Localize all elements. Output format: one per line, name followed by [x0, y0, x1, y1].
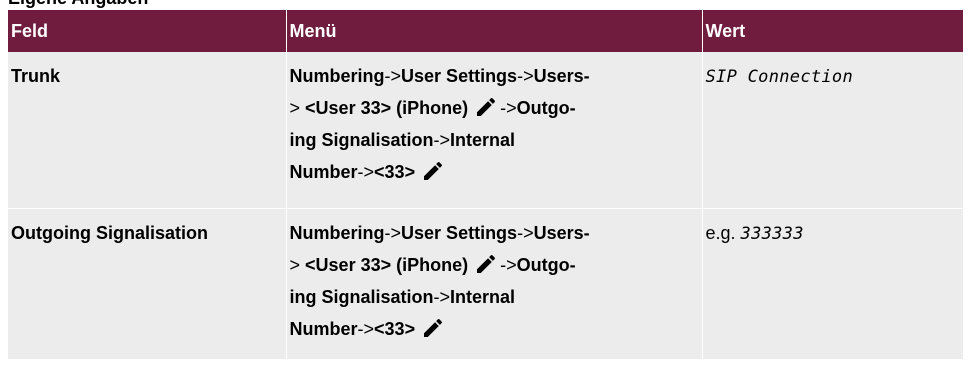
field-cell: Outgoing Signalisation — [8, 208, 287, 360]
menu-path-segment: Number — [289, 162, 358, 182]
value-prefix: e.g. — [705, 223, 736, 243]
menu-path-segment: <33> — [374, 319, 416, 339]
menu-path-segment: Users- — [533, 223, 590, 243]
value-text: SIP Connection — [705, 67, 853, 87]
menu-path-segment: User Settings — [401, 223, 518, 243]
pencil-icon — [474, 95, 498, 119]
menu-path-segment: Numbering — [289, 223, 385, 243]
pencil-icon — [421, 159, 445, 183]
menu-path-separator: -> — [433, 130, 451, 150]
menu-path-separator: > — [289, 98, 301, 118]
menu-path-segment: <33> — [374, 162, 416, 182]
menu-path-separator: -> — [517, 66, 534, 86]
menu-path-cell: Numbering->User Settings->Users- > <User … — [285, 208, 703, 360]
menu-path-segment: ing Signalisation — [289, 130, 434, 150]
menu-path-segment: Internal — [450, 130, 516, 150]
menu-path-segment: ing Signalisation — [289, 287, 434, 307]
menu-path-separator: -> — [500, 98, 517, 118]
pencil-icon — [421, 316, 445, 340]
menu-path-separator: -> — [384, 223, 402, 243]
menu-path-segment: Internal — [450, 287, 516, 307]
menu-path-separator: -> — [500, 255, 517, 275]
configuration-table: Feld Menü Wert Trunk Numbering->User Set… — [8, 10, 963, 360]
menu-path-segment: Number — [289, 319, 358, 339]
menu-path-cell: Numbering->User Settings->Users- > <User … — [285, 52, 703, 209]
menu-path-separator: -> — [357, 162, 375, 182]
field-cell: Trunk — [8, 52, 287, 209]
menu-path-separator: -> — [384, 66, 402, 86]
menu-path-segment: <User 33> (iPhone) — [305, 255, 469, 275]
menu-path-segment: Outgo- — [516, 255, 576, 275]
table-row: Trunk Numbering->User Settings->Users- > … — [8, 52, 963, 209]
table-header-row: Feld Menü Wert — [8, 10, 963, 52]
pencil-icon — [474, 252, 498, 276]
value-text: 333333 — [740, 224, 804, 244]
value-cell: e.g. 333333 — [701, 208, 963, 360]
menu-path-segment: User Settings — [401, 66, 518, 86]
menu-path-segment: Numbering — [289, 66, 385, 86]
section-heading: Eigene Angaben — [8, 0, 148, 9]
table-row: Outgoing Signalisation Numbering->User S… — [8, 208, 963, 360]
menu-path-separator: -> — [357, 319, 375, 339]
menu-path-segment: <User 33> (iPhone) — [305, 98, 469, 118]
menu-path-separator: > — [289, 255, 301, 275]
value-cell: SIP Connection — [701, 52, 963, 209]
menu-path-separator: -> — [517, 223, 534, 243]
column-header-field: Feld — [8, 10, 287, 52]
menu-path-separator: -> — [433, 287, 451, 307]
column-header-value: Wert — [701, 10, 963, 52]
menu-path-segment: Outgo- — [516, 98, 576, 118]
menu-path-segment: Users- — [533, 66, 590, 86]
column-header-menu: Menü — [285, 10, 703, 52]
